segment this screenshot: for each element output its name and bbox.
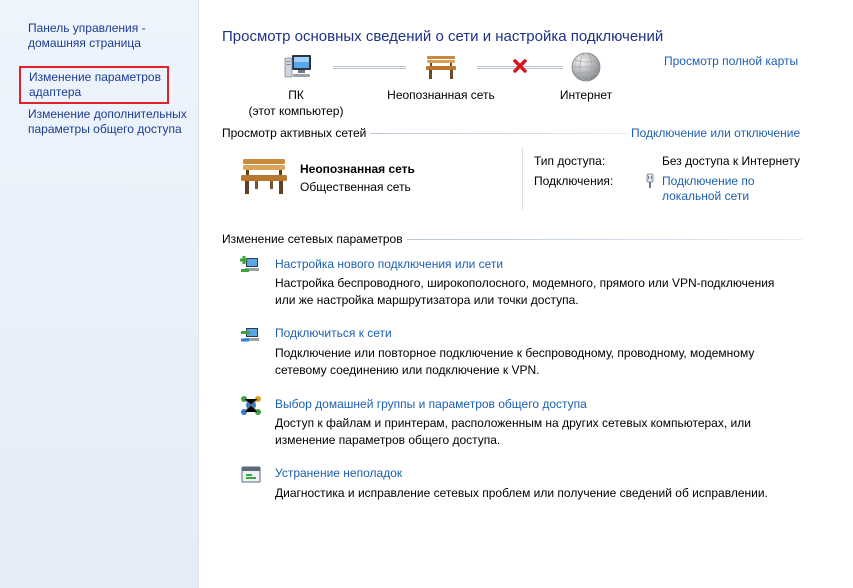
task-description-line: сетевому соединению или подключение к VP… <box>275 363 540 377</box>
connections-label: Подключения: <box>534 174 614 188</box>
view-full-map-link[interactable]: Просмотр полной карты <box>664 54 798 68</box>
active-networks-heading: Просмотр активных сетей <box>222 126 371 141</box>
sidebar-item-label: Панель управления - <box>28 21 146 35</box>
link-line: локальной сети <box>662 189 750 203</box>
sidebar-item-label: Изменение параметров <box>29 70 161 84</box>
main-pane: Просмотр основных сведений о сети и наст… <box>199 0 853 588</box>
computer-icon <box>283 53 313 83</box>
sidebar-item-label: Изменение дополнительных <box>28 107 187 121</box>
task-description-line: Подключение или повторное подключение к … <box>275 346 755 360</box>
ethernet-plug-icon <box>645 173 655 189</box>
homegroup-sharing-options-link[interactable]: Выбор домашней группы и параметров общег… <box>275 397 587 411</box>
section-divider <box>367 133 627 134</box>
task-description: Настройка беспроводного, широкополосного… <box>275 275 774 309</box>
active-network-type[interactable]: Общественная сеть <box>300 180 411 194</box>
sidebar-item-change-adapter-settings[interactable]: Изменение параметров адаптера <box>19 66 169 104</box>
task-description: Диагностика и исправление сетевых пробле… <box>275 485 768 502</box>
computer-sublabel: (этот компьютер) <box>248 104 344 118</box>
local-area-connection-link[interactable]: Подключение по локальной сети <box>662 174 755 204</box>
new-connection-icon <box>240 254 262 276</box>
sidebar-item-label: параметры общего доступа <box>28 122 182 136</box>
connect-to-network-icon <box>240 324 262 346</box>
internet-label: Интернет <box>559 88 613 102</box>
sidebar-item-label: домашняя страница <box>28 36 141 50</box>
connect-or-disconnect-link[interactable]: Подключение или отключение <box>629 126 801 140</box>
bench-icon <box>425 53 457 81</box>
setup-new-connection-link[interactable]: Настройка нового подключения или сети <box>275 257 503 271</box>
task-description-line: изменение параметров общего доступа. <box>275 433 501 447</box>
homegroup-icon <box>240 394 262 416</box>
internet-globe-icon <box>570 51 602 83</box>
page-title: Просмотр основных сведений о сети и наст… <box>222 28 664 45</box>
vertical-divider <box>522 148 523 210</box>
task-description-line: или же настройка маршрутизатора или точк… <box>275 293 579 307</box>
troubleshoot-icon <box>240 464 262 486</box>
task-description-line: Диагностика и исправление сетевых пробле… <box>275 486 768 500</box>
network-label: Неопознанная сеть <box>387 88 495 102</box>
computer-label: ПК <box>288 88 304 102</box>
troubleshoot-problems-link[interactable]: Устранение неполадок <box>275 466 402 480</box>
access-type-value: Без доступа к Интернету <box>662 154 801 168</box>
access-type-label: Тип доступа: <box>534 154 606 168</box>
task-description: Доступ к файлам и принтерам, расположенн… <box>275 415 751 449</box>
no-connection-icon <box>512 58 528 74</box>
task-description-line: Доступ к файлам и принтерам, расположенн… <box>275 416 751 430</box>
section-divider <box>395 239 802 240</box>
task-description: Подключение или повторное подключение к … <box>275 345 754 379</box>
navigation-pane: Панель управления - домашняя страница Из… <box>0 0 199 588</box>
sidebar-item-label: адаптера <box>29 85 82 99</box>
change-settings-heading: Изменение сетевых параметров <box>222 232 407 247</box>
sidebar-item-control-panel-home[interactable]: Панель управления - домашняя страница <box>28 21 146 51</box>
connect-to-network-link[interactable]: Подключиться к сети <box>275 326 392 340</box>
sidebar-item-advanced-sharing-settings[interactable]: Изменение дополнительных параметры общег… <box>28 107 187 137</box>
link-line: Подключение по <box>662 174 755 188</box>
bench-icon <box>239 156 289 196</box>
connection-line <box>333 66 406 69</box>
task-description-line: Настройка беспроводного, широкополосного… <box>275 276 775 290</box>
active-network-name: Неопознанная сеть <box>300 162 415 176</box>
